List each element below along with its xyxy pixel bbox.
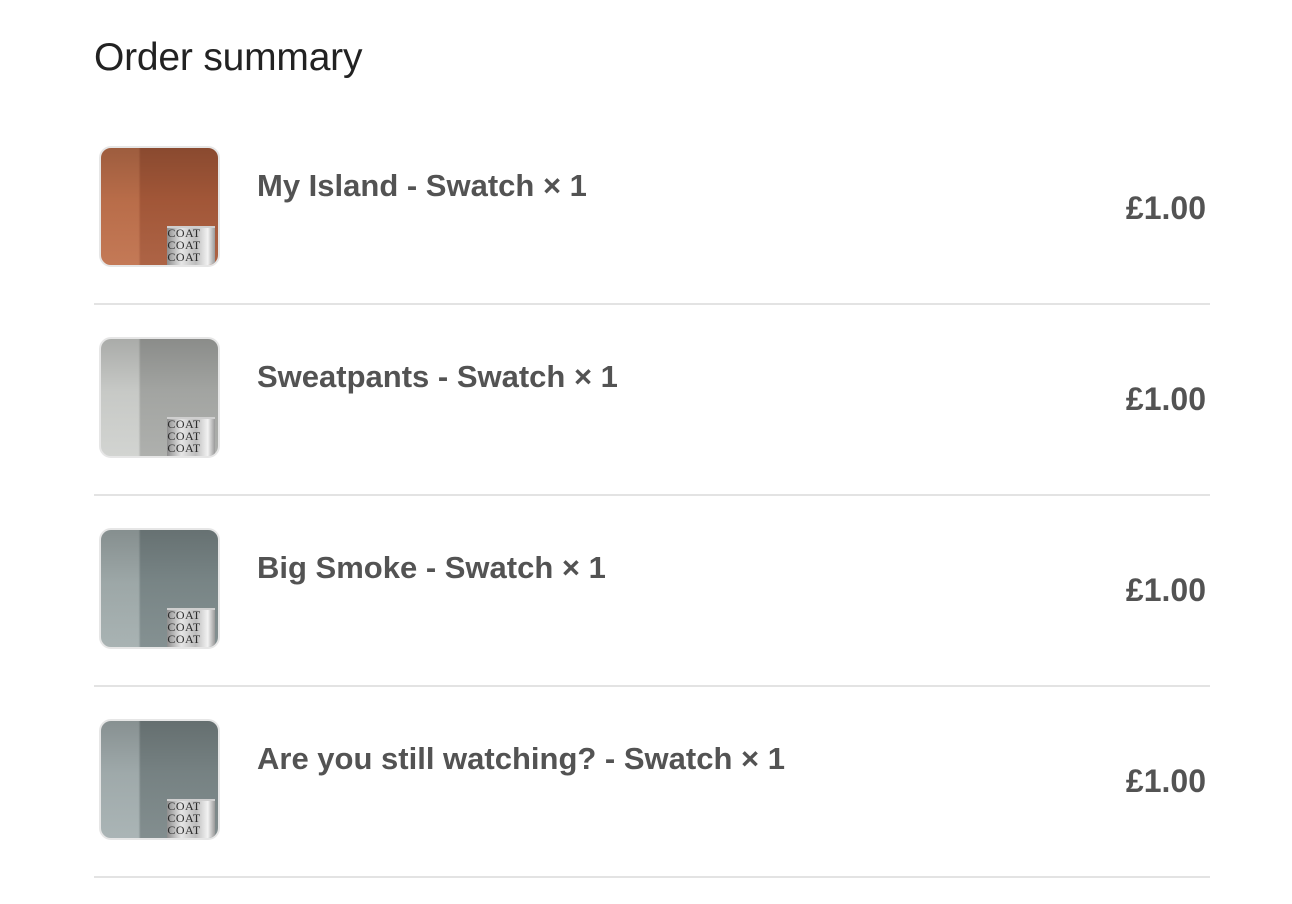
order-items-list: COAT COAT COAT My Island - Swatch × 1 £1…	[94, 114, 1210, 878]
product-thumbnail: COAT COAT COAT	[99, 146, 220, 267]
page-title: Order summary	[94, 36, 363, 79]
item-name: My Island - Swatch × 1	[257, 168, 587, 203]
item-price: £1.00	[1125, 190, 1206, 226]
item-price: £1.00	[1125, 572, 1206, 608]
paint-can-image: COAT COAT COAT	[167, 226, 215, 265]
item-name: Are you still watching? - Swatch × 1	[257, 741, 785, 776]
item-price: £1.00	[1125, 763, 1206, 799]
product-thumbnail: COAT COAT COAT	[99, 337, 220, 458]
item-price: £1.00	[1125, 381, 1206, 417]
item-name: Sweatpants - Swatch × 1	[257, 359, 618, 394]
paint-can-image: COAT COAT COAT	[167, 417, 215, 456]
list-item: COAT COAT COAT Big Smoke - Swatch × 1 £1…	[94, 496, 1210, 687]
product-thumbnail: COAT COAT COAT	[99, 719, 220, 840]
item-name: Big Smoke - Swatch × 1	[257, 550, 606, 585]
paint-can-image: COAT COAT COAT	[167, 608, 215, 647]
list-item: COAT COAT COAT My Island - Swatch × 1 £1…	[94, 114, 1210, 305]
order-summary-panel: Order summary COAT COAT COAT My Island -…	[0, 0, 1292, 904]
list-item: COAT COAT COAT Are you still watching? -…	[94, 687, 1210, 878]
paint-can-image: COAT COAT COAT	[167, 799, 215, 838]
list-item: COAT COAT COAT Sweatpants - Swatch × 1 £…	[94, 305, 1210, 496]
product-thumbnail: COAT COAT COAT	[99, 528, 220, 649]
